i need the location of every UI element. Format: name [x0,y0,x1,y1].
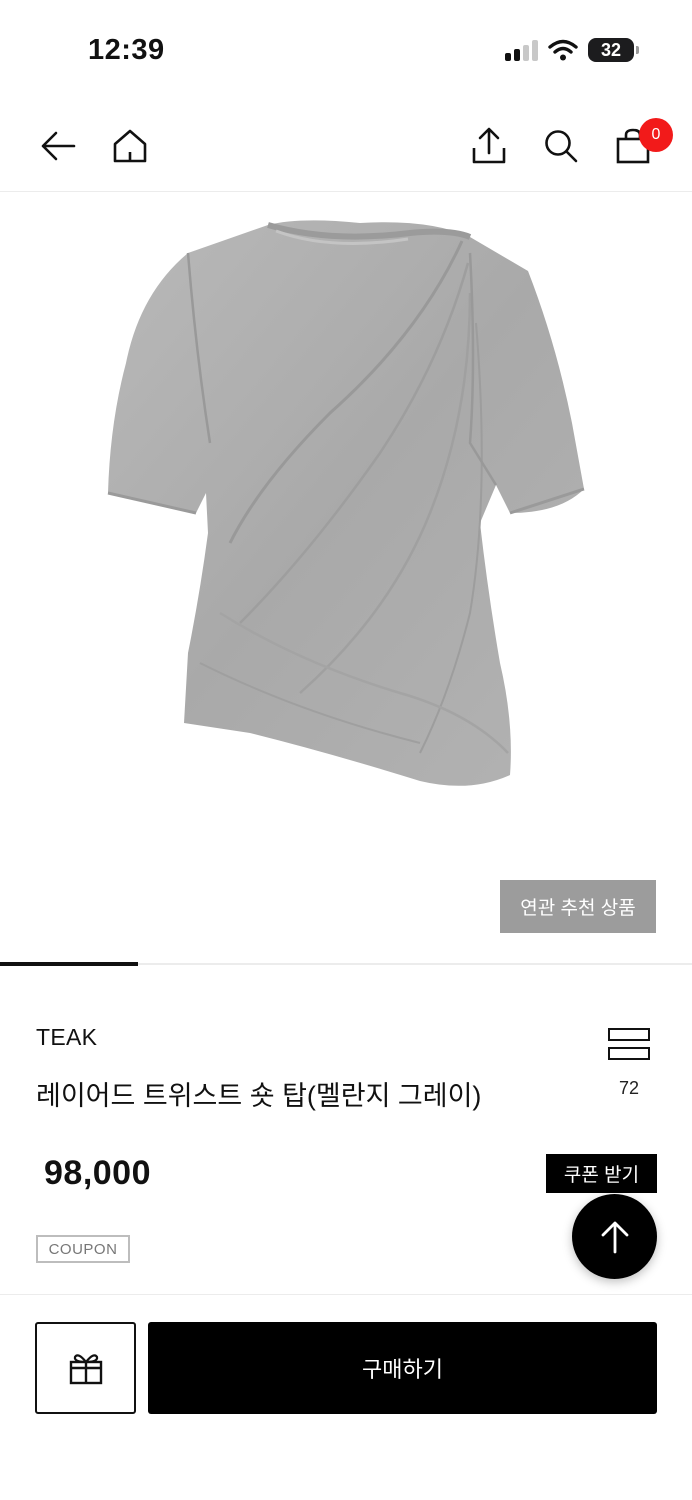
bottom-bar-divider [0,1294,692,1295]
product-name: 레이어드 트위스트 숏 탑(멜란지 그레이) [36,1081,482,1111]
status-time: 12:39 [88,34,165,66]
view-count: 72 [618,1078,640,1098]
scroll-to-top-button[interactable] [572,1194,657,1279]
share-icon [472,127,506,164]
buy-button[interactable]: 구매하기 [148,1322,657,1414]
search-icon [545,130,578,163]
coupon-badge: COUPON [36,1235,130,1263]
related-products-button[interactable]: 연관 추천 상품 [500,880,656,933]
search-button[interactable] [537,122,585,170]
status-indicators: 32 [505,38,639,62]
home-icon [113,129,147,163]
top-nav-bar: 0 [0,100,692,192]
product-image [107,220,585,786]
brand-name[interactable]: TEAK [36,1024,97,1051]
arrow-up-icon [601,1221,628,1253]
gift-button[interactable] [35,1322,136,1414]
battery-icon: 32 [588,38,639,62]
image-slider-indicator [0,962,692,966]
slider-progress [0,962,139,966]
product-price: 98,000 [44,1154,151,1192]
back-button[interactable] [34,122,82,170]
share-button[interactable] [465,122,513,170]
get-coupon-button[interactable]: 쿠폰 받기 [546,1154,657,1193]
arrow-left-icon [41,131,76,161]
cart-button[interactable]: 0 [609,118,673,170]
cart-count-badge: 0 [639,118,673,152]
product-image-carousel[interactable]: 연관 추천 상품 [0,193,692,963]
status-bar: 12:39 32 [0,0,692,100]
gift-icon [69,1354,102,1385]
wifi-icon [548,39,578,61]
cellular-signal-icon [505,39,538,61]
home-button[interactable] [106,122,154,170]
view-toggle-icon[interactable] [606,1028,652,1064]
